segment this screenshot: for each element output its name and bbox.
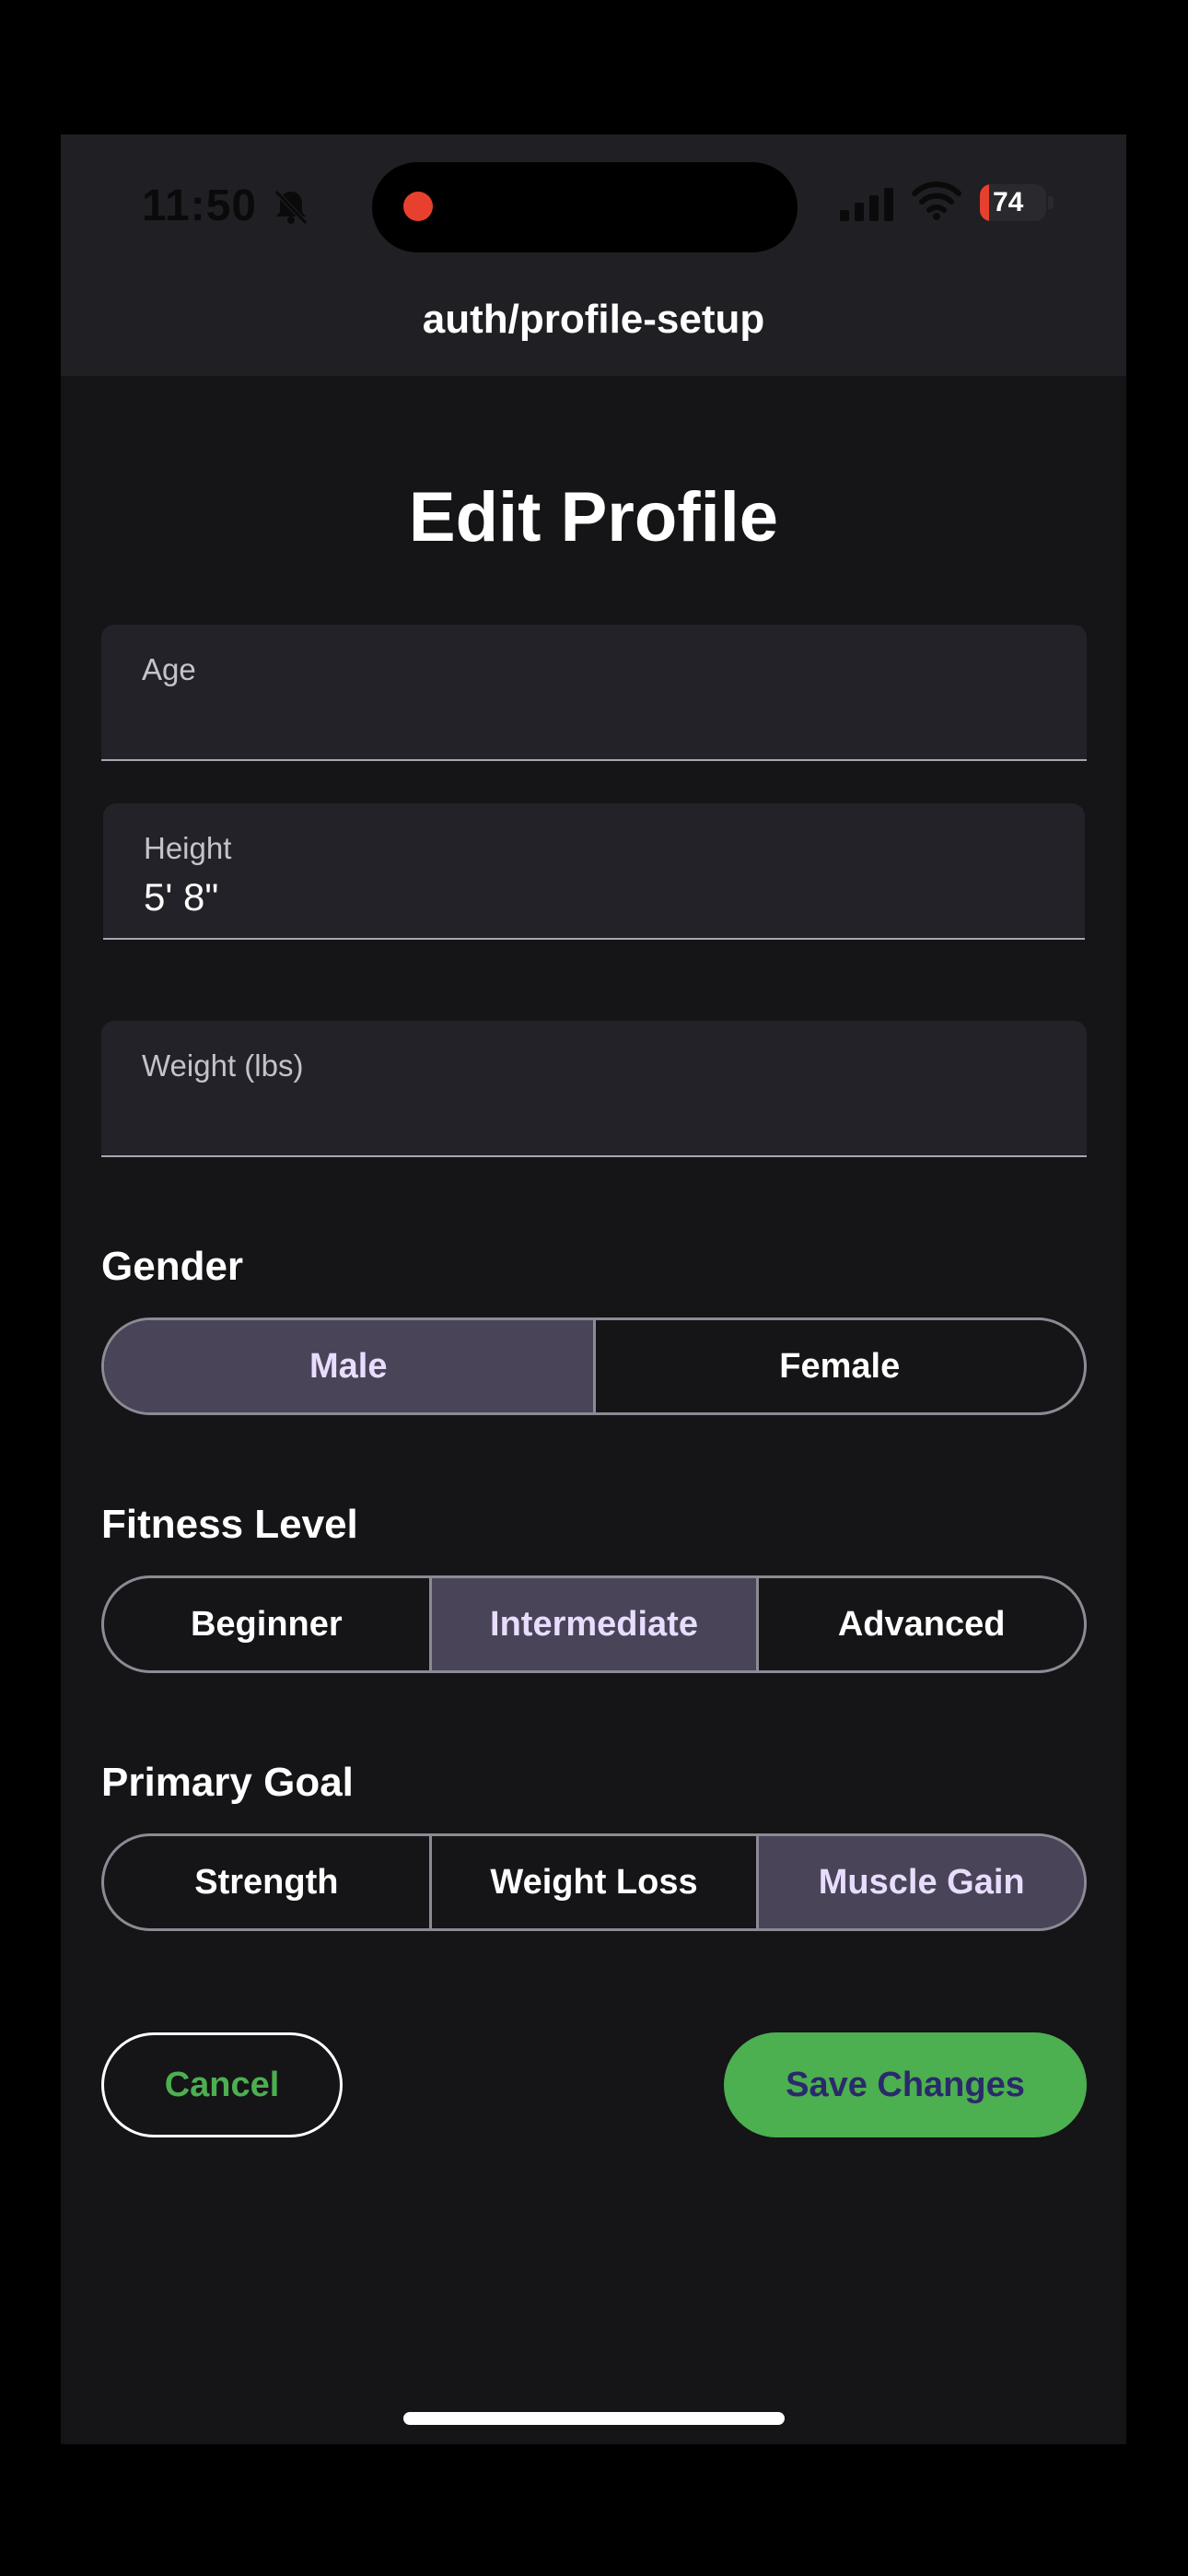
page-title: Edit Profile xyxy=(408,478,779,556)
gender-option-female[interactable]: Female xyxy=(596,1320,1085,1412)
status-time: 11:50 xyxy=(142,181,258,230)
recording-indicator-icon xyxy=(403,192,433,221)
gender-option-male[interactable]: Male xyxy=(104,1320,596,1412)
bell-slash-icon xyxy=(271,186,311,227)
dynamic-island xyxy=(372,162,798,252)
height-field-label: Height xyxy=(144,831,232,865)
header-bar: 11:50 74 auth/profile-setup xyxy=(61,135,1126,376)
home-indicator[interactable] xyxy=(403,2412,785,2425)
fitness-option-advanced[interactable]: Advanced xyxy=(759,1578,1084,1670)
cancel-button[interactable]: Cancel xyxy=(101,2032,343,2137)
age-field[interactable]: Age xyxy=(101,625,1087,761)
primary-goal-segmented-control: Strength Weight Loss Muscle Gain xyxy=(101,1833,1087,1931)
save-changes-button[interactable]: Save Changes xyxy=(724,2032,1087,2137)
primary-goal-label: Primary Goal xyxy=(101,1760,354,1805)
goal-option-muscle-gain[interactable]: Muscle Gain xyxy=(759,1836,1084,1928)
age-field-label: Age xyxy=(142,652,196,686)
fitness-option-beginner[interactable]: Beginner xyxy=(104,1578,432,1670)
height-field-value: 5' 8" xyxy=(144,875,219,919)
weight-field-label: Weight (lbs) xyxy=(142,1048,304,1083)
wifi-icon xyxy=(912,181,961,221)
weight-field[interactable]: Weight (lbs) xyxy=(101,1021,1087,1157)
cellular-signal-icon xyxy=(840,186,901,223)
goal-option-weight-loss[interactable]: Weight Loss xyxy=(432,1836,760,1928)
goal-option-strength[interactable]: Strength xyxy=(104,1836,432,1928)
gender-segmented-control: Male Female xyxy=(101,1317,1087,1415)
route-title: auth/profile-setup xyxy=(422,297,765,342)
phone-screen: 11:50 74 auth/profile-setup Edit Profile… xyxy=(61,135,1126,2444)
battery-charging-icon: 74 xyxy=(980,184,1054,221)
gender-label: Gender xyxy=(101,1244,244,1289)
fitness-level-segmented-control: Beginner Intermediate Advanced xyxy=(101,1575,1087,1673)
height-field[interactable]: Height 5' 8" xyxy=(103,803,1085,940)
battery-level: 74 xyxy=(993,187,1024,217)
fitness-level-label: Fitness Level xyxy=(101,1502,358,1547)
fitness-option-intermediate[interactable]: Intermediate xyxy=(431,1578,760,1670)
